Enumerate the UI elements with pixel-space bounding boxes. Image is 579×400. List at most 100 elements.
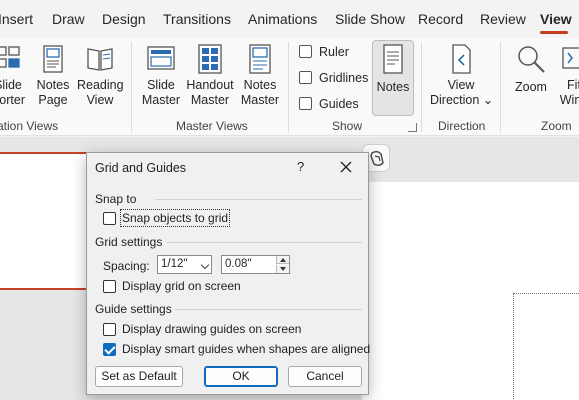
placeholder-outline[interactable] [513, 293, 579, 400]
reading-view-button[interactable]: Reading View [77, 44, 124, 108]
display-smart-guides-checkbox-box[interactable] [103, 343, 116, 356]
tab-insert[interactable]: Insert [0, 11, 33, 27]
view-direction-label-1: View [447, 78, 475, 92]
snap-objects-checkbox[interactable]: Snap objects to grid [103, 209, 231, 227]
zoom-icon [518, 46, 545, 73]
zoom-button[interactable]: Zoom [510, 44, 552, 95]
section-divider [175, 309, 362, 310]
zoom-label: Zoom [515, 80, 547, 94]
spacing-preset-value: 1/12" [161, 258, 188, 270]
spin-up-icon[interactable] [276, 256, 289, 264]
gridlines-checkbox[interactable]: Gridlines [299, 71, 368, 85]
tab-transitions[interactable]: Transitions [163, 11, 231, 27]
group-label-direction: Direction [438, 119, 486, 133]
snap-objects-checkbox-box[interactable] [103, 212, 116, 225]
guides-label: Guides [319, 97, 359, 111]
view-direction-button[interactable]: View Direction ⌄ [430, 44, 494, 108]
ribbon-tab-bar: Insert Draw Design Transitions Animation… [0, 0, 579, 38]
tab-design[interactable]: Design [102, 11, 146, 27]
gridlines-label: Gridlines [319, 71, 369, 85]
slide-sorter-icon [0, 46, 20, 68]
tab-draw[interactable]: Draw [52, 11, 85, 27]
reading-view-label-1: Reading [77, 78, 124, 92]
set-as-default-button[interactable]: Set as Default [95, 366, 183, 387]
display-grid-label: Display grid on screen [122, 279, 241, 293]
grid-and-guides-dialog: Grid and Guides ? Snap to Snap objects t… [86, 152, 370, 395]
tab-animations[interactable]: Animations [248, 11, 317, 27]
group-label-zoom: Zoom [541, 119, 572, 133]
spacing-value-spinner[interactable]: 0.08" [221, 255, 290, 274]
slide-sorter-button[interactable]: Slide Sorter [0, 44, 28, 108]
display-grid-checkbox[interactable]: Display grid on screen [103, 279, 241, 293]
handout-master-button[interactable]: Handout Master [185, 44, 235, 108]
ruler-checkbox-box[interactable] [299, 45, 312, 58]
ruler-label: Ruler [319, 45, 349, 59]
display-smart-guides-label: Display smart guides when shapes are ali… [122, 342, 371, 356]
notes-icon [383, 44, 403, 74]
grid-settings-section-label: Grid settings [95, 235, 163, 249]
close-icon[interactable] [337, 158, 355, 176]
notes-master-label-1: Notes [243, 78, 277, 92]
guide-settings-section-label: Guide settings [95, 302, 172, 316]
ruler-checkbox[interactable]: Ruler [299, 45, 349, 59]
group-separator [131, 42, 132, 132]
notes-page-label-1: Notes [36, 78, 70, 92]
help-icon[interactable]: ? [297, 159, 304, 174]
slide-master-button[interactable]: Slide Master [140, 44, 182, 108]
group-separator [288, 42, 289, 132]
slide-sorter-label-2: Sorter [0, 93, 26, 107]
group-label-show: Show [332, 119, 363, 133]
show-dialog-launcher-icon[interactable] [408, 123, 417, 132]
reading-view-icon [87, 48, 113, 71]
cancel-button[interactable]: Cancel [288, 366, 362, 387]
fit-to-window-button[interactable]: Fit Wind [556, 44, 579, 108]
tab-record[interactable]: Record [418, 11, 463, 27]
gridlines-checkbox-box[interactable] [299, 71, 312, 84]
handout-master-label-2: Master [190, 93, 230, 107]
spin-down-icon[interactable] [276, 265, 289, 273]
spacing-preset-dropdown[interactable]: 1/12" [157, 255, 212, 274]
notes-master-icon [249, 44, 271, 74]
display-grid-checkbox-box[interactable] [103, 280, 116, 293]
fit-to-window-icon [562, 47, 579, 69]
powerpoint-window: Insert Draw Design Transitions Animation… [0, 0, 579, 400]
active-tab-indicator [540, 31, 568, 34]
guides-checkbox[interactable]: Guides [299, 97, 359, 111]
chevron-down-icon [200, 260, 210, 270]
guides-checkbox-box[interactable] [299, 97, 312, 110]
fit-to-window-label-1: Fit [567, 78, 579, 92]
slide-sorter-label-1: Slide [0, 78, 22, 92]
display-drawing-guides-label: Display drawing guides on screen [122, 322, 302, 336]
display-drawing-guides-checkbox[interactable]: Display drawing guides on screen [103, 322, 301, 336]
tab-view[interactable]: View [540, 11, 572, 27]
group-label-presentation-views: ation Views [0, 119, 59, 133]
notes-button[interactable]: Notes [372, 44, 414, 95]
tab-review[interactable]: Review [480, 11, 526, 27]
display-smart-guides-checkbox[interactable]: Display smart guides when shapes are ali… [103, 342, 370, 356]
slide-master-label-2: Master [141, 93, 181, 107]
view-direction-label-2: Direction ⌄ [430, 93, 494, 107]
reading-view-label-2: View [86, 93, 114, 107]
section-divider [155, 199, 362, 200]
slide-master-icon [147, 46, 175, 70]
section-divider [167, 242, 362, 243]
ribbon-view: Slide Sorter Notes Page Reading View ati… [0, 38, 579, 136]
view-direction-icon [452, 44, 471, 74]
group-separator [421, 42, 422, 132]
notes-page-icon [43, 45, 63, 73]
slide-master-label-1: Slide [147, 78, 175, 92]
spacing-value: 0.08" [225, 258, 252, 270]
tab-slide-show[interactable]: Slide Show [335, 11, 405, 27]
notes-page-button[interactable]: Notes Page [33, 44, 73, 108]
handout-master-label-1: Handout [186, 78, 234, 92]
snap-to-section-label: Snap to [95, 192, 137, 206]
spacing-label: Spacing: [103, 259, 150, 273]
notes-master-button[interactable]: Notes Master [238, 44, 282, 108]
group-separator [500, 42, 501, 132]
display-drawing-guides-checkbox-box[interactable] [103, 323, 116, 336]
dialog-title: Grid and Guides [95, 161, 187, 175]
ok-button[interactable]: OK [204, 366, 278, 387]
fit-to-window-label-2: Wind [559, 93, 579, 107]
handout-master-icon [198, 44, 222, 74]
notes-master-label-2: Master [240, 93, 280, 107]
